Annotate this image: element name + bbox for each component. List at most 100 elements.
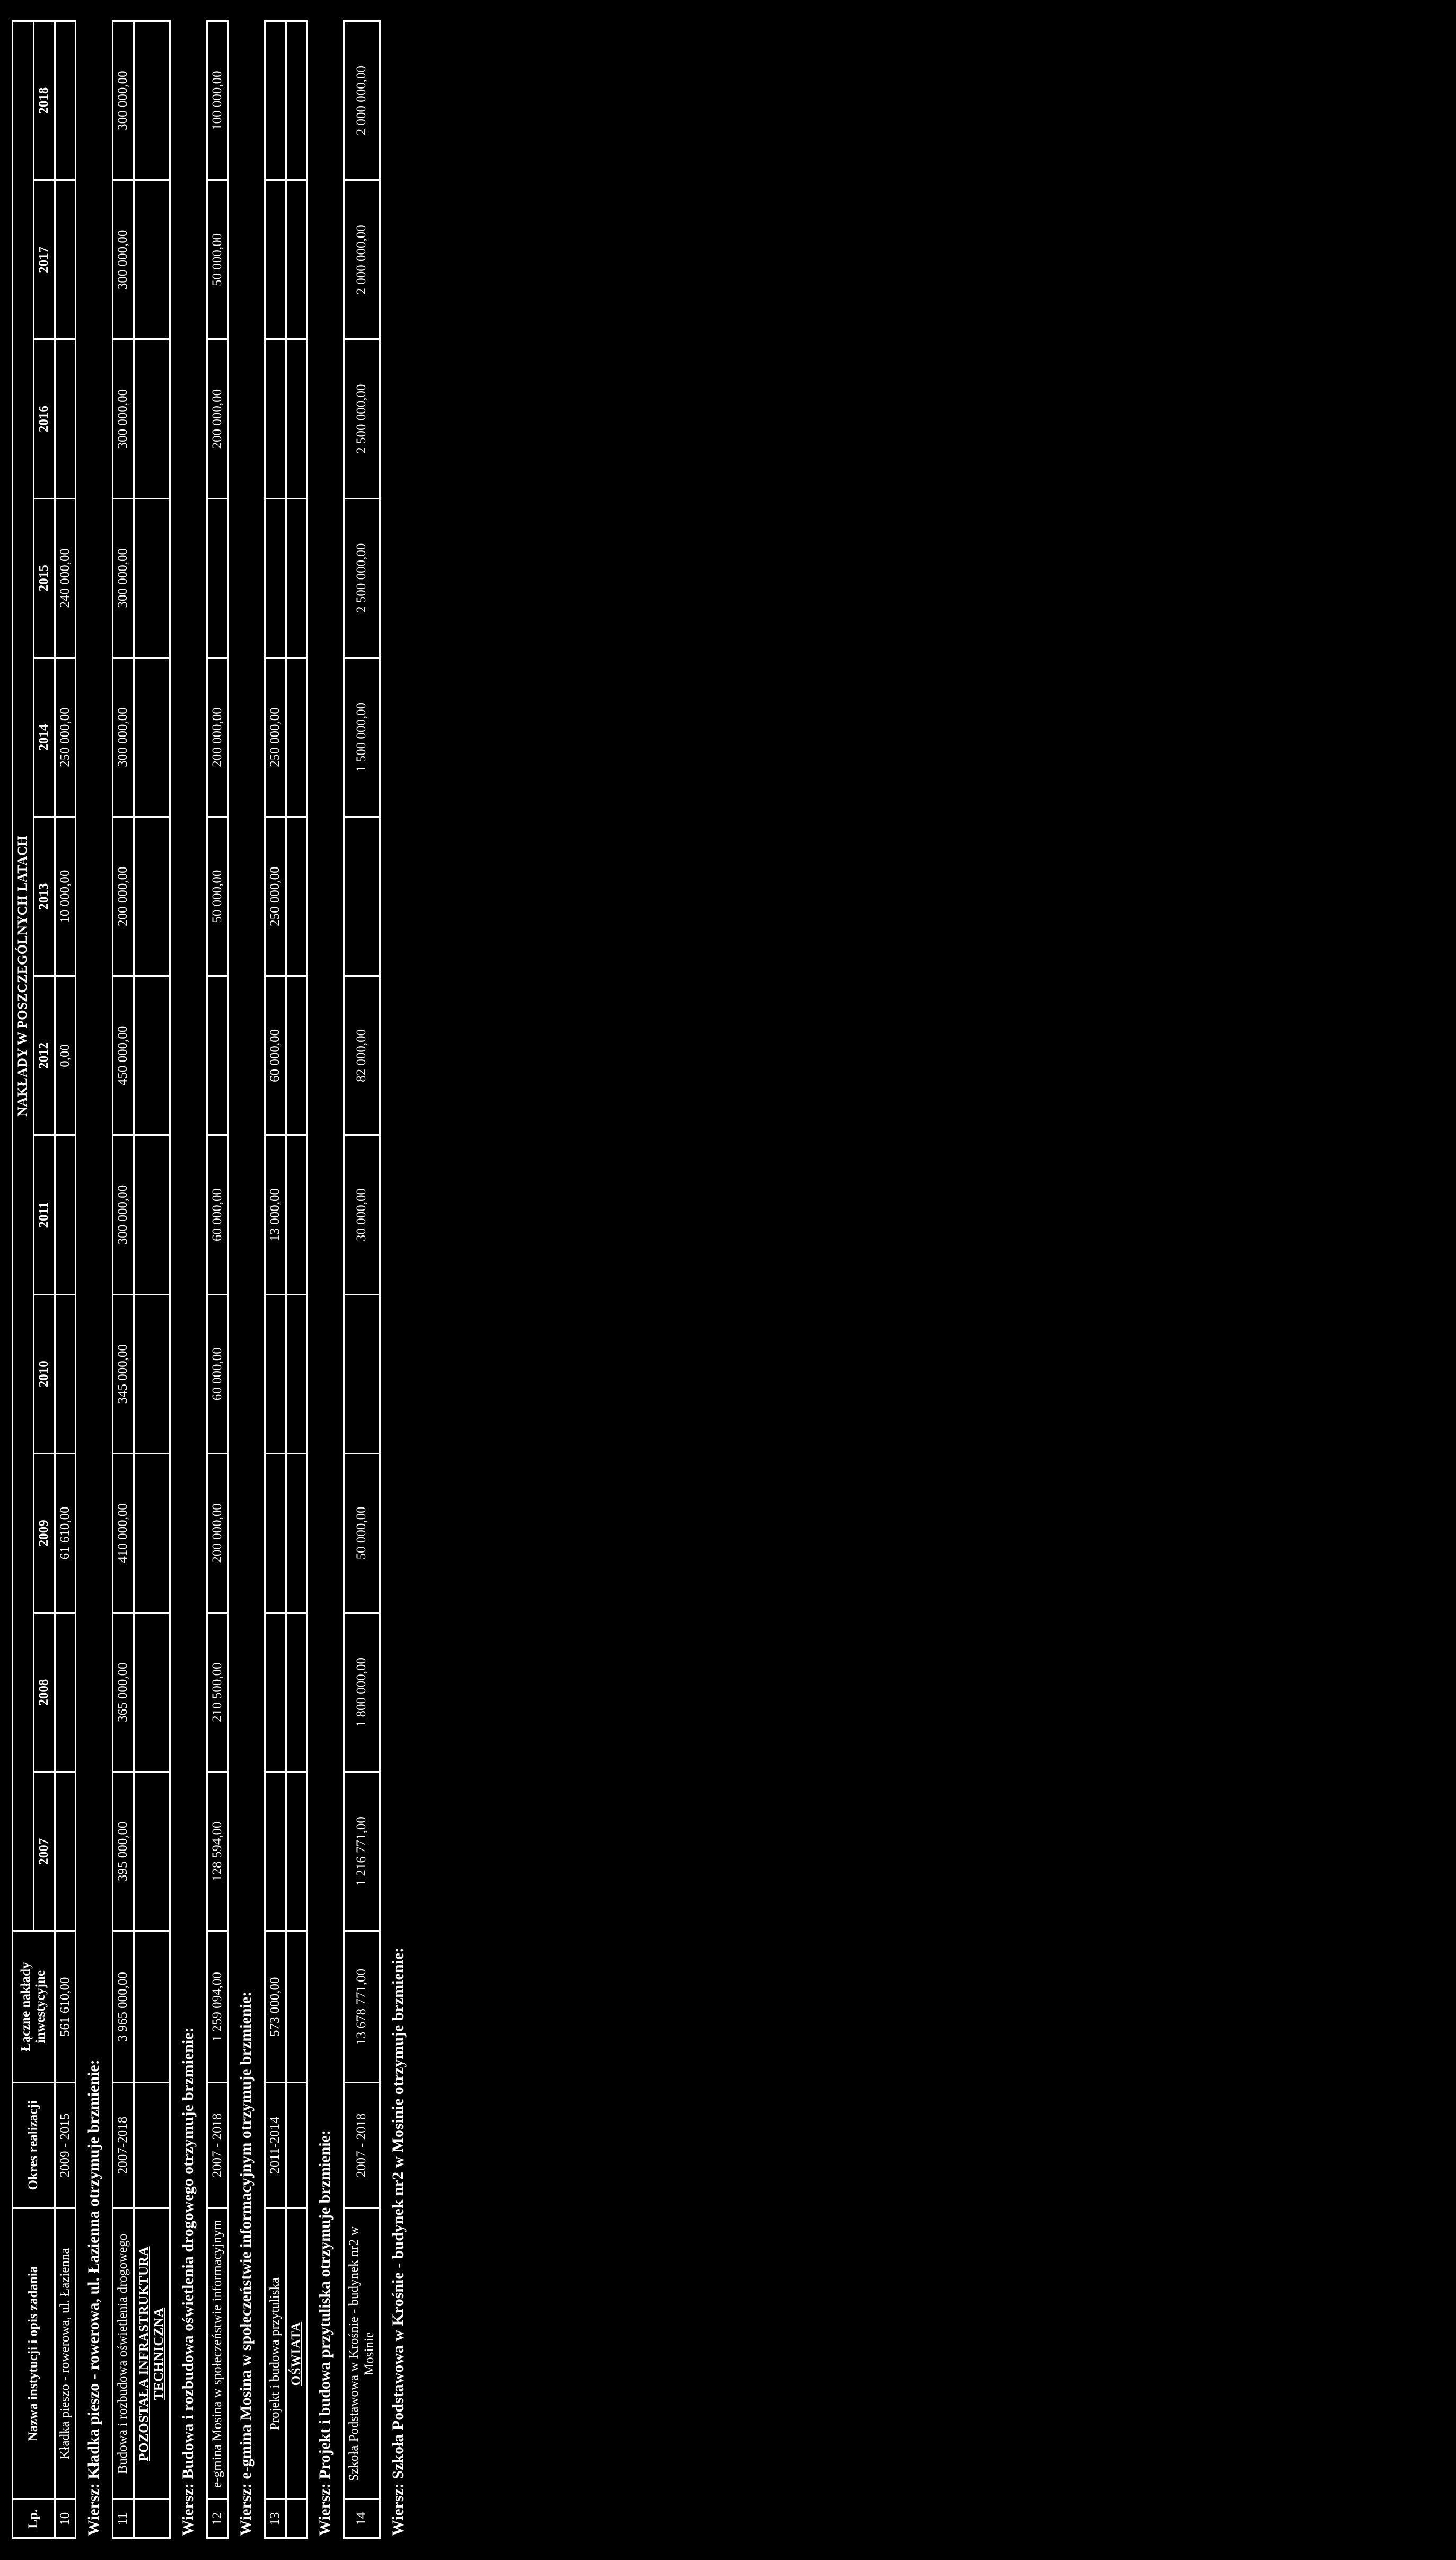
row-total: 1 259 094,00 [207,1931,228,2083]
table-row: 10 Kładka pieszo - rowerowa, ul. Łazienn… [55,21,76,2538]
section-value-2012 [286,976,307,1135]
section-value-2016 [286,339,307,499]
col-header-okres: Okres realizacji [12,2082,55,2208]
row-value-2018: 300 000,00 [112,21,134,180]
row-value-2013: 200 000,00 [112,817,134,976]
row-value-2014: 250 000,00 [55,657,76,817]
row-name: Szkoła Podstawowa w Krośnie - budynek nr… [344,2208,380,2500]
row-value-2010 [265,1294,286,1454]
amendment-note: Wiersz: Szkoła Podstawowa w Krośnie - bu… [380,21,416,2538]
section-value-2015 [286,498,307,658]
section-value-2011 [134,1135,170,1295]
row-okres: 2007 - 2018 [207,2082,228,2208]
row-value-2013 [344,817,380,976]
amendment-note-row: Wiersz: Budowa i rozbudowa oświetlenia d… [170,21,207,2538]
section-value-2014 [286,657,307,817]
row-value-2009: 200 000,00 [207,1453,228,1613]
row-value-2009: 50 000,00 [344,1453,380,1613]
year-header-2011: 2011 [33,1135,55,1295]
row-value-2012: 60 000,00 [265,976,286,1135]
row-value-2014: 200 000,00 [207,657,228,817]
row-value-2016: 200 000,00 [207,339,228,499]
row-value-2013: 10 000,00 [55,817,76,976]
row-value-2008: 210 500,00 [207,1612,228,1772]
section-value-2016 [134,339,170,499]
section-value-2009 [134,1453,170,1613]
document-page: Lp. Nazwa instytucji i opis zadania Okre… [12,0,1456,2560]
section-value-2018 [286,21,307,180]
row-value-2012: 450 000,00 [112,976,134,1135]
rotated-page-stage: Lp. Nazwa instytucji i opis zadania Okre… [0,0,1456,2560]
section-heading-row-infra: POZOSTAŁA INFRASTRUKTURA TECHNICZNA [134,21,170,2538]
amendment-note: Wiersz: Projekt i budowa przytuliska otr… [306,21,344,2538]
section-value-2013 [134,817,170,976]
table-header-top: Lp. Nazwa instytucji i opis zadania Okre… [12,21,55,2538]
amendment-note-row: Wiersz: Szkoła Podstawowa w Krośnie - bu… [380,21,416,2538]
row-value-2009 [265,1453,286,1613]
row-value-2007 [55,1772,76,1931]
section-total-blank [286,1931,307,2083]
row-value-2011: 30 000,00 [344,1135,380,1295]
section-value-2012 [134,976,170,1135]
year-header-2009: 2009 [33,1453,55,1613]
table-row: 14 Szkoła Podstawowa w Krośnie - budynek… [344,21,380,2538]
row-value-2008: 365 000,00 [112,1612,134,1772]
row-value-2007: 128 594,00 [207,1772,228,1931]
section-value-2011 [286,1135,307,1295]
row-lp: 13 [265,2499,286,2538]
year-header-2016: 2016 [33,339,55,499]
row-value-2015: 300 000,00 [112,498,134,658]
row-value-2016 [265,339,286,499]
row-lp: 11 [112,2499,134,2538]
row-value-2016: 2 500 000,00 [344,339,380,499]
row-name: e-gmina Mosina w społeczeństwie informac… [207,2208,228,2500]
col-header-name: Nazwa instytucji i opis zadania [12,2208,55,2500]
row-value-2010: 345 000,00 [112,1294,134,1454]
year-header-2008: 2008 [33,1612,55,1772]
row-value-2011: 60 000,00 [207,1135,228,1295]
row-okres: 2011-2014 [265,2082,286,2208]
year-header-2007: 2007 [33,1772,55,1931]
col-header-lp: Lp. [12,2499,55,2538]
amendment-note: Wiersz: Kładka pieszo - rowerowa, ul. Ła… [75,21,113,2538]
row-value-2018 [55,21,76,180]
row-value-2012 [207,976,228,1135]
row-value-2011: 300 000,00 [112,1135,134,1295]
year-header-2010: 2010 [33,1294,55,1454]
amendment-note: Wiersz: Budowa i rozbudowa oświetlenia d… [170,21,207,2538]
row-name: Kładka pieszo - rowerowa, ul. Łazienna [55,2208,76,2500]
amendment-note: Wiersz: e-gmina Mosina w społeczeństwie … [227,21,265,2538]
row-value-2009: 410 000,00 [112,1453,134,1613]
row-value-2017: 2 000 000,00 [344,180,380,339]
row-value-2014: 1 500 000,00 [344,657,380,817]
row-value-2016 [55,339,76,499]
section-okres-blank [286,2082,307,2208]
section-heading-oswiata: OŚWIATA [286,2208,307,2500]
amendment-note-row: Wiersz: Projekt i budowa przytuliska otr… [306,21,344,2538]
section-heading-row-oswiata: OŚWIATA [286,21,307,2538]
section-lp-blank [134,2499,170,2538]
section-value-2018 [134,21,170,180]
row-lp: 12 [207,2499,228,2538]
row-value-2009: 61 610,00 [55,1453,76,1613]
row-total: 561 610,00 [55,1931,76,2083]
section-value-2010 [286,1294,307,1454]
col-header-total: Łączne nakłady inwestycyjne [12,1931,55,2083]
row-value-2015: 2 500 000,00 [344,498,380,658]
row-value-2007: 1 216 771,00 [344,1772,380,1931]
row-value-2012: 0,00 [55,976,76,1135]
row-lp: 14 [344,2499,380,2538]
section-value-2014 [134,657,170,817]
year-header-2012: 2012 [33,976,55,1135]
section-value-2009 [286,1453,307,1613]
row-total: 3 965 000,00 [112,1931,134,2083]
row-value-2008 [55,1612,76,1772]
row-value-2018 [265,21,286,180]
row-value-2007: 395 000,00 [112,1772,134,1931]
section-total-blank [134,1931,170,2083]
row-total: 573 000,00 [265,1931,286,2083]
year-header-2014: 2014 [33,657,55,817]
table-row: 13 Projekt i budowa przytuliska 2011-201… [265,21,286,2538]
section-okres-blank [134,2082,170,2208]
investment-table: Lp. Nazwa instytucji i opis zadania Okre… [12,20,416,2539]
